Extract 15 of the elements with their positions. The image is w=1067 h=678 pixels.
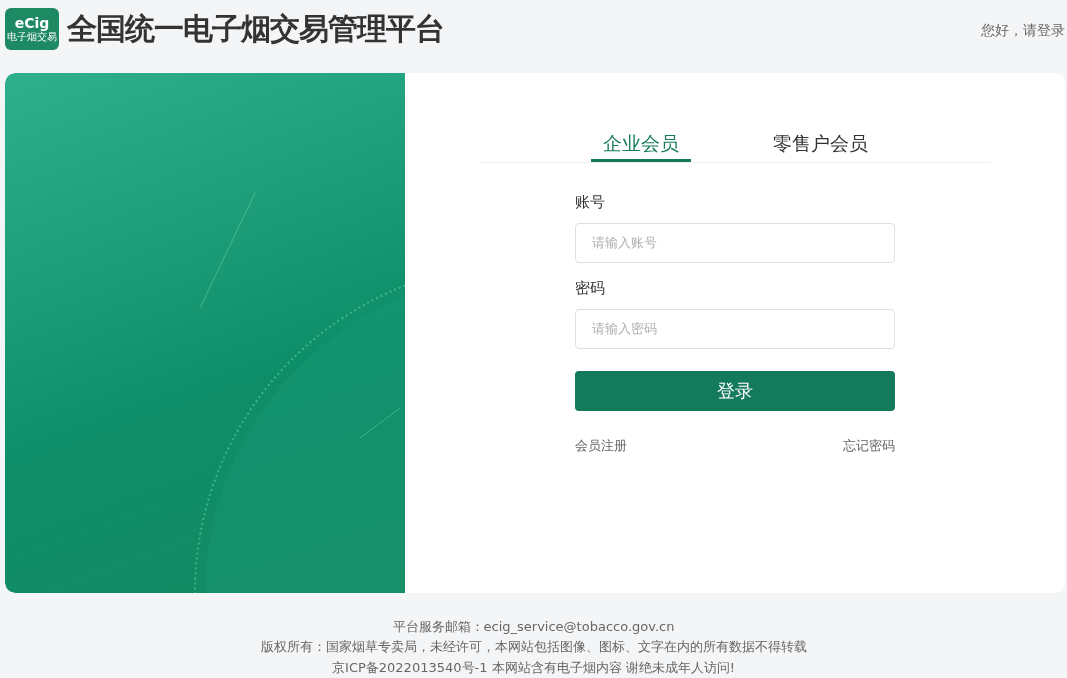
form-link[interactable]: 会员注册 (575, 436, 627, 455)
footer-text: 京ICP备2022013540号-1 本网站含有电子烟内容 谢绝未成年人访问! (331, 658, 736, 677)
footer-text: 版权所有：国家烟草专卖局，未经许可，本网站包括图像、图标、文字在内的所有数据不得转载 (259, 638, 808, 656)
field-label: 密码 (575, 278, 606, 298)
login-button[interactable]: 登录 (575, 370, 895, 411)
member-tab[interactable]: 零售户会员 (760, 130, 880, 162)
logo-icon: eCig 电子烟交易 (5, 8, 59, 51)
site-title: 全国统一电子烟交易管理平台 (67, 9, 444, 48)
login-greeting-link[interactable]: 您好，请登录 (981, 22, 1065, 41)
footer-text: 平台服务邮箱：ecig_service@tobacco.gov.cn (391, 617, 676, 636)
field-label: 账号 (575, 192, 606, 212)
input-field[interactable]: 请输入密码 (575, 308, 895, 349)
form-link[interactable]: 忘记密码 (843, 436, 895, 455)
member-tab[interactable]: 企业会员 (590, 130, 691, 162)
input-field[interactable]: 请输入账号 (575, 222, 895, 263)
